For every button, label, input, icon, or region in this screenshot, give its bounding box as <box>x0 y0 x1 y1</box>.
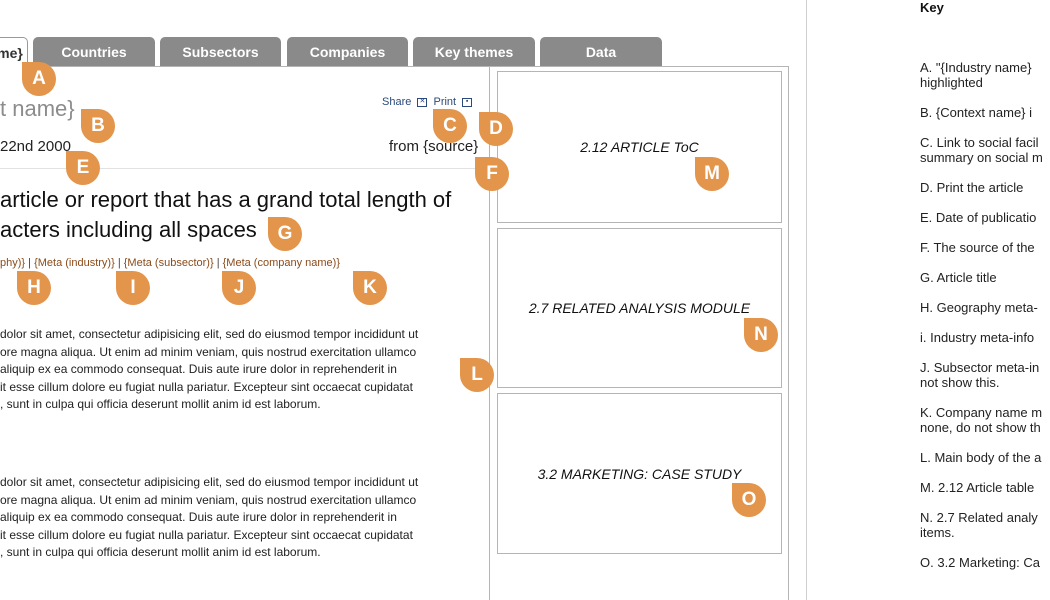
annotation-marker-l: L <box>460 358 494 392</box>
annotation-marker-k: K <box>353 271 387 305</box>
body-line: aliquip ex ea commodo consequat. Duis au… <box>0 510 397 525</box>
article-paragraph-2: dolor sit amet, consectetur adipisicing … <box>0 474 418 562</box>
tab-countries[interactable]: Countries <box>33 37 155 67</box>
key-line: G. Article title <box>920 270 997 285</box>
annotation-marker-a: A <box>22 62 56 96</box>
key-line: A. "{Industry name} <box>920 60 1032 75</box>
key-item-j: J. Subsector meta-in not show this. <box>920 360 1039 390</box>
key-item-h: H. Geography meta- <box>920 300 1038 315</box>
key-item-l: L. Main body of the a <box>920 450 1041 465</box>
body-line: ore magna aliqua. Ut enim ad minim venia… <box>0 344 417 359</box>
annotation-marker-e: E <box>66 151 100 185</box>
toc-module-label: 2.12 ARTICLE ToC <box>580 139 699 155</box>
key-line: summary on social m <box>920 150 1043 165</box>
key-item-o: O. 3.2 Marketing: Ca <box>920 555 1040 570</box>
tab-data[interactable]: Data <box>540 37 662 67</box>
key-line: D. Print the article <box>920 180 1024 195</box>
key-line: O. 3.2 Marketing: Ca <box>920 555 1040 570</box>
key-line: not show this. <box>920 375 1000 390</box>
article-paragraph-1: dolor sit amet, consectetur adipisicing … <box>0 326 418 414</box>
key-line: B. {Context name} i <box>920 105 1033 120</box>
annotation-marker-o: O <box>732 483 766 517</box>
meta-row: phy)} | {Meta (industry)} | {Meta (subse… <box>0 257 340 269</box>
annotation-marker-c: C <box>433 109 467 143</box>
key-item-k: K. Company name m none, do not show th <box>920 405 1042 435</box>
body-line: it esse cillum dolore eu fugiat nulla pa… <box>0 379 413 394</box>
print-link[interactable]: Print <box>433 96 456 108</box>
body-line: aliquip ex ea commodo consequat. Duis au… <box>0 362 397 377</box>
annotation-marker-f: F <box>475 157 509 191</box>
key-item-n: N. 2.7 Related analy items. <box>920 510 1038 540</box>
tab-subsectors[interactable]: Subsectors <box>160 37 281 67</box>
annotation-marker-m: M <box>695 157 729 191</box>
key-item-g: G. Article title <box>920 270 997 285</box>
annotation-marker-g: G <box>268 217 302 251</box>
page-divider <box>806 0 807 600</box>
share-link[interactable]: Share <box>382 96 411 108</box>
body-line: dolor sit amet, consectetur adipisicing … <box>0 327 419 341</box>
content-frame-right <box>788 66 789 600</box>
related-analysis-module: 2.7 RELATED ANALYSIS MODULE <box>497 228 782 388</box>
key-item-b: B. {Context name} i <box>920 105 1032 120</box>
key-heading: Key <box>920 0 944 15</box>
annotation-marker-d: D <box>479 112 513 146</box>
meta-subsector[interactable]: {Meta (subsector)} <box>124 257 214 269</box>
content-frame-top <box>0 66 789 67</box>
context-name: t name} <box>0 96 75 121</box>
marketing-case-study-module: 3.2 MARKETING: CASE STUDY <box>497 393 782 554</box>
tab-companies[interactable]: Companies <box>287 37 408 67</box>
publication-date: 22nd 2000 <box>0 138 71 155</box>
body-line: it esse cillum dolore eu fugiat nulla pa… <box>0 527 413 542</box>
key-line: K. Company name m <box>920 405 1043 420</box>
key-line: J. Subsector meta-in <box>920 360 1040 375</box>
annotation-marker-b: B <box>81 109 115 143</box>
key-line: H. Geography meta- <box>920 300 1038 315</box>
article-source: from {source} <box>389 138 479 155</box>
share-print-links: Share ✕ Print ▪ <box>382 96 475 108</box>
body-line: dolor sit amet, consectetur adipisicing … <box>0 475 419 489</box>
meta-geography[interactable]: phy)} <box>0 257 25 269</box>
key-line: items. <box>920 525 955 540</box>
annotation-marker-j: J <box>222 271 256 305</box>
meta-separator: | <box>117 257 121 269</box>
key-line: E. Date of publicatio <box>920 210 1037 225</box>
key-item-c: C. Link to social facil summary on socia… <box>920 135 1043 165</box>
key-item-e: E. Date of publicatio <box>920 210 1036 225</box>
annotation-marker-h: H <box>17 271 51 305</box>
key-line: highlighted <box>920 75 983 90</box>
key-line: N. 2.7 Related analy <box>920 510 1038 525</box>
meta-company[interactable]: {Meta (company name)} <box>223 257 340 269</box>
meta-industry[interactable]: {Meta (industry)} <box>34 257 115 269</box>
body-line: ore magna aliqua. Ut enim ad minim venia… <box>0 492 417 507</box>
meta-separator: | <box>216 257 220 269</box>
key-line: i. Industry meta-info <box>920 330 1035 345</box>
key-item-a: A. "{Industry name} highlighted <box>920 60 1032 90</box>
key-line: none, do not show th <box>920 420 1041 435</box>
article-title-line-1: article or report that has a grand total… <box>0 187 452 212</box>
article-toc-module: 2.12 ARTICLE ToC <box>497 71 782 223</box>
key-item-i: i. Industry meta-info <box>920 330 1034 345</box>
meta-separator: | <box>28 257 31 269</box>
article-title-line-2: acters including all spaces <box>0 217 257 242</box>
annotation-marker-i: I <box>116 271 150 305</box>
print-icon[interactable]: ▪ <box>462 97 473 107</box>
key-line: C. Link to social facil <box>920 135 1039 150</box>
share-icon[interactable]: ✕ <box>417 97 428 107</box>
annotation-marker-n: N <box>744 318 778 352</box>
body-line: , sunt in culpa qui officia deserunt mol… <box>0 545 321 560</box>
content-divider <box>489 66 490 600</box>
key-item-m: M. 2.12 Article table <box>920 480 1034 495</box>
key-item-f: F. The source of the <box>920 240 1035 255</box>
body-line: , sunt in culpa qui officia deserunt mol… <box>0 397 321 412</box>
key-line: L. Main body of the a <box>920 450 1042 465</box>
tab-key-themes[interactable]: Key themes <box>413 37 535 67</box>
key-line: M. 2.12 Article table <box>920 480 1035 495</box>
marketing-module-label: 3.2 MARKETING: CASE STUDY <box>537 465 742 482</box>
key-line: F. The source of the <box>920 240 1035 255</box>
related-module-label: 2.7 RELATED ANALYSIS MODULE <box>528 300 751 316</box>
key-item-d: D. Print the article <box>920 180 1023 195</box>
